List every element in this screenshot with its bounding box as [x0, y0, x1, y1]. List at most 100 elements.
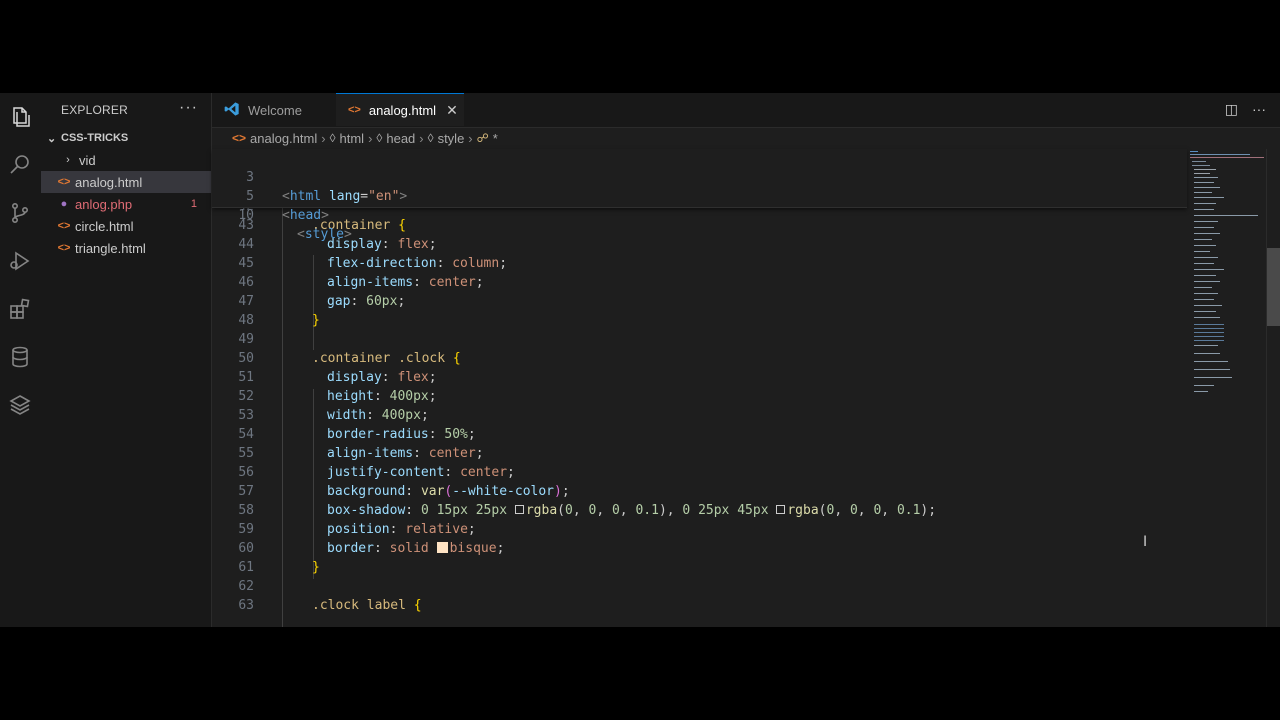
close-icon[interactable]: ✕ [446, 102, 458, 119]
code-text: border-radius: 50%; [327, 427, 476, 442]
layers-icon[interactable] [4, 389, 36, 421]
color-swatch[interactable] [776, 505, 786, 514]
tab-label: analog.html [368, 102, 437, 118]
tab-analog-html[interactable]: <> analog.html ✕ [336, 93, 464, 126]
line-number: 50 [238, 351, 254, 366]
tree-item-triangle-html[interactable]: <> triangle.html [41, 237, 211, 259]
tree-item-anlog-php[interactable]: ● anlog.php 1 [41, 193, 211, 215]
line-number: 57 [238, 484, 254, 499]
text-cursor-icon: I [1143, 534, 1148, 550]
code-text: border: solid bisque; [327, 541, 505, 556]
html-file-icon: <> [57, 242, 71, 254]
code-text: .clock label { [312, 598, 422, 613]
breadcrumb-separator-icon: › [419, 130, 424, 146]
code-text: flex-direction: column; [327, 256, 508, 271]
tab-welcome[interactable]: Welcome [212, 93, 332, 127]
breadcrumb-style[interactable]: ◊ style [428, 131, 465, 146]
sticky-scroll[interactable]: 3 <html lang="en"> 5 <head> 10 <style> [212, 149, 1187, 242]
html-file-icon: <> [232, 131, 247, 145]
line-number: 53 [238, 408, 254, 423]
line-number: 48 [238, 313, 254, 328]
html-file-icon: <> [57, 176, 71, 188]
more-actions-icon[interactable]: ··· [179, 99, 198, 117]
database-icon[interactable] [4, 341, 36, 373]
indent-guide [282, 207, 283, 627]
code-text: position: relative; [327, 522, 476, 537]
sticky-line[interactable]: 3 <html lang="en"> [212, 149, 407, 204]
extensions-icon[interactable] [4, 293, 36, 325]
sticky-line[interactable]: 10 <style> [212, 187, 351, 242]
line-number: 63 [238, 598, 254, 613]
tree-item-label: circle.html [75, 218, 134, 234]
code-text: <head> [282, 208, 329, 223]
indent-guide [313, 389, 314, 579]
folder-label: CSS-TRICKS [61, 132, 129, 144]
editor-actions: ◫ ··· [1225, 101, 1266, 118]
breadcrumb-file[interactable]: <> analog.html [232, 131, 317, 146]
split-editor-icon[interactable]: ◫ [1225, 101, 1238, 118]
line-number: 49 [238, 332, 254, 347]
line-number: 60 [238, 541, 254, 556]
tree-item-label: triangle.html [75, 240, 146, 256]
line-number: 58 [238, 503, 254, 518]
code-text: justify-content: center; [327, 465, 515, 480]
code-text: box-shadow: 0 15px 25px rgba(0, 0, 0, 0.… [327, 503, 937, 518]
line-number: 56 [238, 465, 254, 480]
line-number: 54 [238, 427, 254, 442]
color-swatch[interactable] [514, 505, 524, 514]
sidebar-title: EXPLORER [61, 103, 128, 117]
vertical-scrollbar[interactable] [1266, 149, 1280, 627]
line-number: 46 [238, 275, 254, 290]
code-text: align-items: center; [327, 446, 484, 461]
tree-item-label: vid [79, 152, 96, 168]
search-icon[interactable] [4, 149, 36, 181]
line-number: 51 [238, 370, 254, 385]
code-text: align-items: center; [327, 275, 484, 290]
breadcrumb: <> analog.html › ◊ html › ◊ head › ◊ style ›… [212, 127, 1280, 149]
activity-bar [0, 93, 42, 627]
run-debug-icon[interactable] [4, 245, 36, 277]
explorer-icon[interactable] [4, 101, 36, 133]
line-number: 62 [238, 579, 254, 594]
element-icon: ◊ [329, 131, 336, 145]
tree-item-vid[interactable]: › vid [41, 149, 211, 171]
line-number: 55 [238, 446, 254, 461]
line-number: 47 [238, 294, 254, 309]
code-text: <style> [297, 227, 352, 242]
tree-item-label: analog.html [75, 174, 143, 190]
folder-css-tricks[interactable]: ⌄ CSS-TRICKS [41, 127, 211, 149]
tree-item-circle-html[interactable]: <> circle.html [41, 215, 211, 237]
tree-item-label: anlog.php [75, 196, 133, 212]
breadcrumb-html[interactable]: ◊ html [330, 131, 365, 146]
code-editor[interactable]: 3 <html lang="en"> 5 <head> 10 <style> 4… [212, 149, 1280, 627]
chevron-right-icon: › [66, 154, 70, 166]
breadcrumb-head[interactable]: ◊ head [376, 131, 415, 146]
vscode-logo-icon [224, 101, 240, 120]
code-text: } [312, 560, 320, 575]
html-file-icon: <> [57, 220, 71, 232]
code-text: width: 400px; [327, 408, 429, 423]
minimap[interactable] [1186, 149, 1268, 627]
code-text: background: var(--white-color); [327, 484, 570, 499]
tab-label: Welcome [248, 102, 302, 118]
code-text: display: flex; [327, 370, 437, 385]
more-actions-icon[interactable]: ··· [1252, 101, 1266, 118]
color-swatch[interactable] [436, 542, 448, 553]
line-number: 59 [238, 522, 254, 537]
vscode-window: EXPLORER ··· ⌄ CSS-TRICKS › vid <> analo… [0, 93, 1280, 627]
scrollbar-thumb[interactable] [1267, 248, 1280, 326]
tab-bar: Welcome <> analog.html ✕ ◫ ··· [212, 93, 1280, 128]
breadcrumb-selector[interactable]: ☍ * [477, 131, 498, 146]
code-text: .container .clock { [312, 351, 461, 366]
element-icon: ◊ [376, 131, 383, 145]
code-text: height: 400px; [327, 389, 437, 404]
source-control-icon[interactable] [4, 197, 36, 229]
sticky-line[interactable]: 5 <head> [212, 168, 329, 223]
breadcrumb-separator-icon: › [468, 130, 473, 146]
tree-item-analog-html[interactable]: <> analog.html [41, 171, 211, 193]
php-file-icon: ● [60, 198, 68, 210]
line-number: 10 [238, 208, 254, 223]
explorer-sidebar: EXPLORER ··· ⌄ CSS-TRICKS › vid <> analo… [41, 93, 212, 627]
code-text: gap: 60px; [327, 294, 406, 309]
line-number: 61 [238, 560, 254, 575]
